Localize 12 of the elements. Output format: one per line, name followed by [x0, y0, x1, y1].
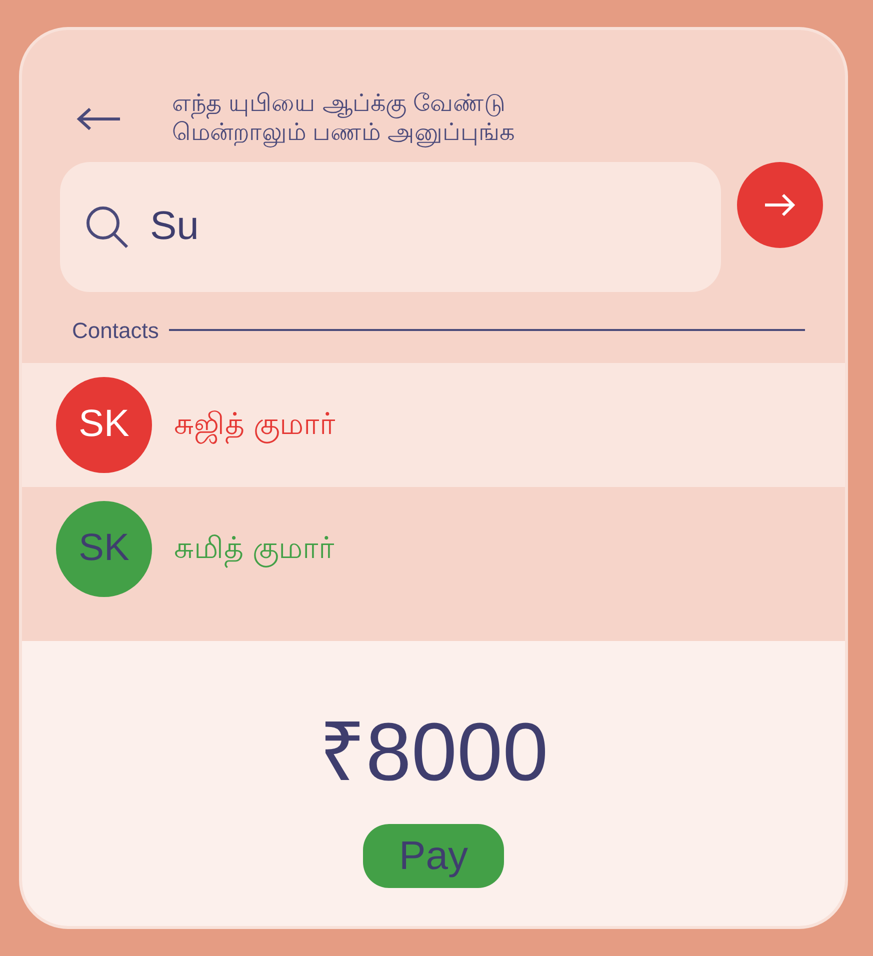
search-field[interactable]: Su: [60, 162, 721, 292]
pay-button[interactable]: Pay: [363, 824, 504, 888]
amount: ₹8000: [318, 706, 548, 800]
back-icon[interactable]: [76, 106, 122, 131]
avatar: SK: [56, 376, 152, 473]
contact-name: சுமித் குமார்: [174, 526, 334, 572]
contacts-label: Contacts: [72, 316, 159, 345]
contact-name: சுஜித் குமார்: [174, 402, 336, 448]
contact-row[interactable]: SK சுமித் குமார்: [22, 486, 845, 611]
header-title: எந்த யுபியை ஆப்க்கு வேண்டு மென்றாலும் பணம் அனுப்புங்க: [172, 90, 514, 148]
avatar: SK: [56, 500, 152, 597]
contact-row[interactable]: SK சுஜித் குமார்: [22, 362, 845, 487]
